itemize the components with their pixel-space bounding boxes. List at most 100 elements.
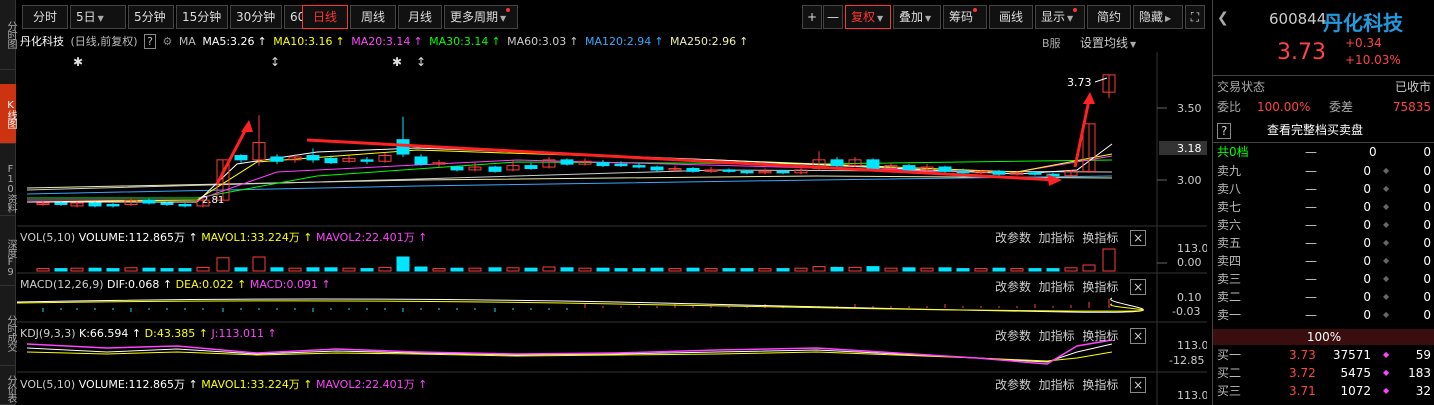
gear-icon[interactable]: ⚙ — [162, 35, 172, 48]
trade-status-label: 交易状态 — [1217, 80, 1266, 94]
more-periods-button[interactable]: 更多周期 ▼ — [444, 5, 518, 29]
sell-row[interactable]: 卖五 — 0 ◆ 0 — [1213, 234, 1434, 252]
candle-body — [992, 170, 1006, 175]
display-button[interactable]: 显示 ▼ — [1035, 5, 1085, 29]
candle-body — [632, 165, 646, 168]
sell-row[interactable]: 卖二 — 0 ◆ 0 — [1213, 288, 1434, 306]
mavol2-value: MAVOL2:22.401万 — [316, 231, 415, 244]
volume-bar — [938, 267, 952, 272]
low-price-label: 2.81 — [202, 195, 224, 206]
buy-label: 买一 — [1217, 348, 1242, 362]
ma120-value: MA120:2.94 — [585, 35, 652, 48]
period-month-button[interactable]: 月线 — [398, 5, 442, 29]
buy-row[interactable]: 买一 3.73 37571 ◆ 59 — [1213, 346, 1434, 364]
chips-button[interactable]: 筹码 — [943, 5, 987, 29]
mavol2-2-value: MAVOL2:22.401万 — [316, 378, 415, 391]
macd-value: MACD:0.091 — [249, 278, 318, 291]
draw-line-button[interactable]: 画线 — [989, 5, 1033, 29]
notification-dot — [973, 8, 978, 12]
kdj-axis-bottom: -12.85 — [1169, 354, 1204, 367]
switch-indicator-button[interactable]: 换指标 — [1082, 329, 1118, 343]
zoom-in-button[interactable]: + — [802, 5, 822, 29]
volume-bar — [866, 266, 880, 272]
volume-bar — [524, 267, 538, 272]
close-icon[interactable]: × — [1130, 279, 1147, 295]
chart-mode: (日线,前复权) — [70, 35, 138, 48]
sell-row[interactable]: 卖一 — 0 ◆ 0 — [1213, 306, 1434, 324]
kdj-axis-top: 113.01 — [1177, 339, 1207, 352]
simple-button[interactable]: 简约 — [1087, 5, 1131, 29]
sell-price: — — [1305, 290, 1317, 304]
buy-row[interactable]: 买三 3.71 1072 ◆ 32 — [1213, 382, 1434, 400]
close-icon[interactable]: × — [1130, 230, 1147, 246]
sell-row[interactable]: 卖八 — 0 ◆ 0 — [1213, 180, 1434, 198]
sell-row[interactable]: 卖四 — 0 ◆ 0 — [1213, 252, 1434, 270]
sell-count: 0 — [1423, 254, 1431, 268]
sell-count: 0 — [1423, 218, 1431, 232]
period-week-button[interactable]: 周线 — [350, 5, 396, 29]
volume-bar — [124, 267, 138, 272]
fullscreen-icon[interactable]: ⛶ — [1185, 5, 1205, 29]
sell-count: 0 — [1423, 308, 1431, 322]
tab-f10[interactable]: F10资料 — [0, 160, 16, 216]
change-param-button[interactable]: 改参数 — [995, 231, 1031, 245]
period-5min-button[interactable]: 5分钟 — [128, 5, 174, 29]
change-param-button[interactable]: 改参数 — [995, 329, 1031, 343]
volume-bar — [668, 268, 682, 272]
overlay-button[interactable]: 叠加 ▼ — [893, 5, 941, 29]
sell-row[interactable]: 卖六 — 0 ◆ 0 — [1213, 216, 1434, 234]
candle-body — [88, 202, 102, 207]
period-timeshare-button[interactable]: 分时 — [22, 5, 68, 29]
macd-panel-label: MACD(12,26,9) DIF:0.068 ↑ DEA:0.022 ↑ MA… — [20, 278, 331, 291]
sell-row[interactable]: 卖九 — 0 ◆ 0 — [1213, 162, 1434, 180]
period-toolbar: 分时 5日▼ 5分钟 15分钟 30分钟 60分钟 日线 周线 月线 更多周期▼… — [17, 5, 1207, 30]
candle-body — [1028, 172, 1042, 175]
candle-body — [560, 159, 574, 165]
period-day-button[interactable]: 日线 — [302, 5, 348, 29]
diamond-icon: ◆ — [1383, 310, 1390, 319]
ma5-value: MA5:3.26 — [202, 35, 255, 48]
sell-row[interactable]: 卖七 — 0 ◆ 0 — [1213, 198, 1434, 216]
full-book-row[interactable]: ? 查看完整档买卖盘 — [1213, 121, 1434, 139]
switch-indicator-button[interactable]: 换指标 — [1082, 231, 1118, 245]
adjust-rights-button[interactable]: 复权 ▼ — [845, 5, 891, 29]
period-5day-label: 5日 — [76, 10, 96, 24]
switch-indicator-button[interactable]: 换指标 — [1082, 378, 1118, 392]
add-indicator-button[interactable]: 加指标 — [1039, 231, 1075, 245]
switch-indicator-button[interactable]: 换指标 — [1082, 280, 1118, 294]
zoom-out-button[interactable]: — — [823, 5, 843, 29]
help-icon[interactable]: ? — [1217, 123, 1232, 139]
full-book-link[interactable]: 查看完整档买卖盘 — [1267, 121, 1363, 139]
candle-body — [450, 166, 464, 171]
hide-button[interactable]: 隐藏 ▶ — [1133, 5, 1183, 29]
price-change-pct: +10.03% — [1345, 53, 1401, 67]
add-indicator-button[interactable]: 加指标 — [1039, 329, 1075, 343]
buy-volume: 37571 — [1332, 348, 1371, 362]
period-30min-button[interactable]: 30分钟 — [230, 5, 282, 29]
change-param-button[interactable]: 改参数 — [995, 280, 1031, 294]
sell-row[interactable]: 卖三 — 0 ◆ 0 — [1213, 270, 1434, 288]
add-indicator-button[interactable]: 加指标 — [1039, 280, 1075, 294]
period-5day-button[interactable]: 5日 ▼ — [70, 5, 126, 29]
volume-bar — [578, 267, 592, 272]
chevron-down-icon: ▼ — [1067, 14, 1074, 23]
sell-count: 0 — [1423, 290, 1431, 304]
tab-depth[interactable]: 深度F9 — [0, 230, 16, 286]
buy-volume: 1072 — [1340, 384, 1371, 398]
volume-bar — [142, 267, 156, 272]
tab-price-table[interactable]: 分价表 — [0, 372, 16, 405]
close-icon[interactable]: × — [1130, 328, 1147, 344]
buy-row[interactable]: 买二 3.72 5475 ◆ 183 — [1213, 364, 1434, 382]
change-param-button[interactable]: 改参数 — [995, 378, 1031, 392]
help-icon[interactable]: ? — [144, 34, 156, 49]
period-15min-button[interactable]: 15分钟 — [176, 5, 228, 29]
back-arrow-icon[interactable]: ❮ — [1217, 10, 1229, 26]
tab-kline[interactable]: K线图 — [0, 84, 16, 144]
close-icon[interactable]: × — [1130, 377, 1147, 393]
add-indicator-button[interactable]: 加指标 — [1039, 378, 1075, 392]
tab-timeshare[interactable]: 分时图 — [0, 0, 16, 70]
tab-ticks[interactable]: 分时成交 — [0, 300, 16, 366]
ma-settings-button[interactable]: 设置均线 ▼ — [1080, 34, 1136, 51]
diamond-icon: ◆ — [1383, 202, 1390, 211]
diamond-icon: ◆ — [1383, 220, 1390, 229]
